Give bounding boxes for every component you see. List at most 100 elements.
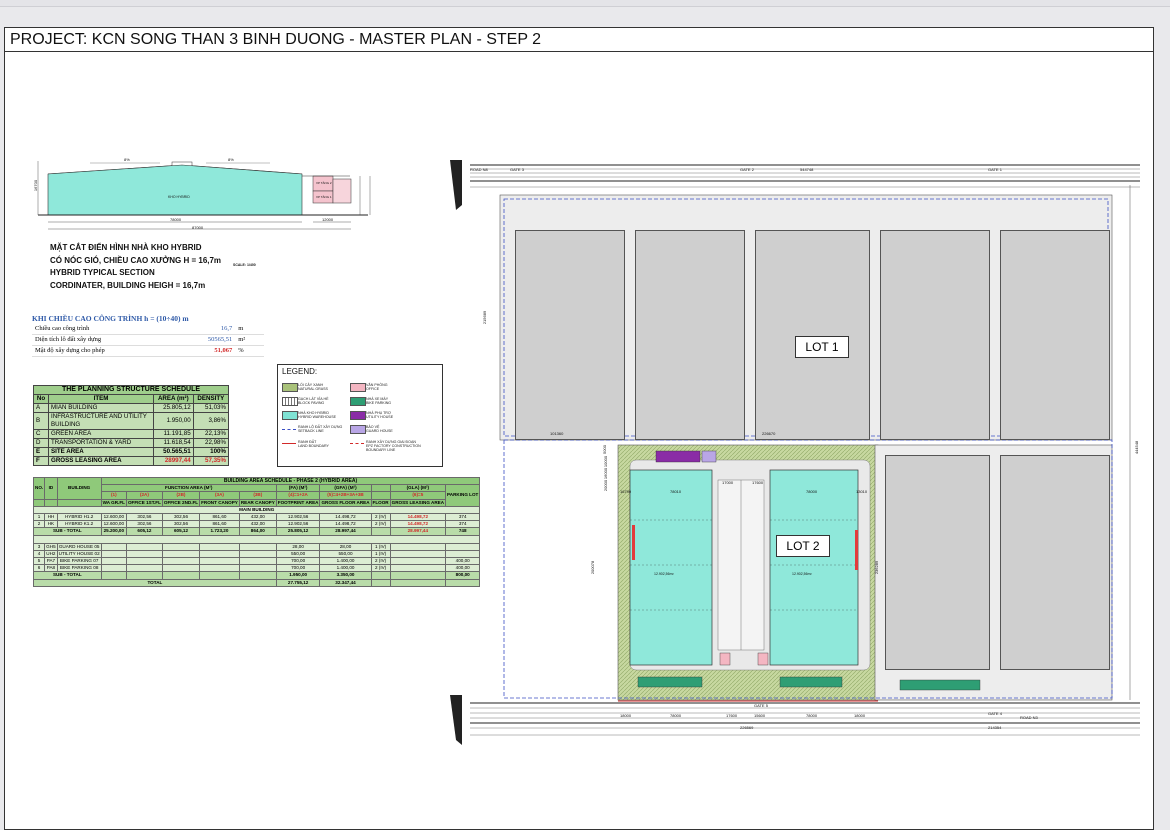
lot2-top-dim: 16790 [620, 489, 632, 494]
bottom-dim: 15600 [754, 713, 766, 718]
legend: LEGEND: LỐI CÂY XANH NATURAL GRASS VĂN PH… [277, 364, 443, 467]
warehouse-lot3-1 [885, 455, 990, 670]
dim-lot1-bottom-left: 101360 [550, 431, 564, 436]
building-schedule-table: NO. ID BUILDING BUILDING AREA SCHEDULE -… [32, 476, 481, 587]
dim-lot1-bottom-right: 226670 [762, 431, 776, 436]
warehouse-lot1-1 [515, 230, 625, 440]
height-table-grid: Chiều cao công trình 16,7 m Diện tích lô… [32, 324, 264, 357]
hybrid-building-left [629, 469, 713, 666]
lot2-top-dim: 78000 [806, 489, 818, 494]
section-scale: SCALE: 1/400 [233, 263, 256, 267]
col-header: BUILDING [56, 477, 102, 500]
table-row: F GROSS LEASING AREA 28997,44 57,35% [33, 456, 230, 466]
warehouse-lot1-4 [880, 230, 990, 440]
height-table: KHI CHIỀU CAO CÔNG TRÌNH h = (10÷40) m C… [32, 314, 264, 357]
gate-label: GATE 3 [510, 167, 524, 172]
road-bottom-label: ROAD N3 [1020, 715, 1038, 720]
warehouse-lot1-3 [755, 230, 870, 440]
planning-schedule-title: THE PLANNING STRUCTURE SCHEDULE [33, 385, 229, 395]
table-row: TOTAL 27.755,12 32.347,44 [33, 578, 481, 587]
height-table-title: KHI CHIỀU CAO CÔNG TRÌNH h = (10÷40) m [32, 314, 189, 323]
dim-lot1-left: 215689 [482, 310, 488, 325]
table-row: 3 GH5 GUARD HOUSE 05 28,00 28,00 1 (IV) [32, 542, 481, 551]
utility-house [655, 450, 701, 463]
page-title: PROJECT: KCN SONG THAN 3 BINH DUONG - MA… [4, 27, 1154, 52]
hybrid-section-drawing: 8% 8% KHO HYBRID VP TẦNG 2 VP TẦNG 1 780… [30, 155, 385, 235]
col-header: DENSITY [192, 394, 230, 404]
table-row: SUB - TOTAL 1.950,00 3.350,00 800,00 [33, 571, 481, 580]
hybrid-area-left: 12.902,56m² [654, 572, 674, 576]
gate-label: GATE 1 [988, 167, 1002, 172]
legend-line-setback [282, 429, 296, 430]
dim-bottom-left: 226569 [740, 725, 754, 730]
col-header: No [33, 394, 49, 404]
legend-swatch-hybrid [282, 411, 298, 420]
road-top-label: ROAD N8 [470, 167, 488, 172]
planning-schedule: THE PLANNING STRUCTURE SCHEDULE No ITEM … [33, 385, 230, 466]
gate-label: GATE 5 [754, 703, 768, 708]
building-schedule-title: BUILDING AREA SCHEDULE - PHASE 2 (HYBRID… [100, 476, 481, 486]
legend-line-construction [350, 443, 364, 444]
dim-bottom-right: 214354 [988, 725, 1002, 730]
lot2-top-dim: 17000 [722, 480, 734, 485]
lot2-label: LOT 2 [776, 535, 830, 557]
lot2-side-dim: 10000 [603, 455, 609, 468]
site-plan: LOT 1 LOT 2 ROAD N8 ROAD N3 GATE 3 GATE … [440, 155, 1150, 755]
warehouse-lot1-2 [635, 230, 745, 440]
table-row: E SITE AREA 50.565,51 100% [33, 447, 230, 457]
browser-top-strip [0, 0, 1170, 7]
lot2-top-dim: 17600 [752, 480, 764, 485]
table-row: A MIAN BUILDING 25.805,12 51,03% [33, 403, 230, 413]
lot1-label: LOT 1 [795, 336, 849, 358]
legend-swatch-guard [350, 425, 366, 434]
table-row: 4 UH2 UTILITY HOUSE 02 550,00 550,00 1 (IV) [32, 549, 481, 559]
col-header: ITEM [48, 394, 154, 404]
lot2-side-dim: 5000 [601, 445, 607, 454]
hybrid-building-right [769, 469, 859, 666]
section-room-office-2: VP TẦNG 2 [316, 181, 332, 185]
dim-lot2-right: 236289 [874, 560, 880, 575]
section-slope-right: 8% [228, 157, 234, 162]
table-row: C GREEN AREA 11.191,85 22,13% [33, 429, 230, 439]
road-bottom [450, 695, 1140, 745]
legend-swatch-office [350, 383, 366, 392]
section-dim-main: 78000 [170, 217, 182, 222]
bottom-dim: 17600 [726, 713, 738, 718]
section-dim-side: 12000 [322, 217, 334, 222]
legend-swatch-utility [350, 411, 366, 420]
bottom-dim: 78000 [670, 713, 682, 718]
legend-swatch-bike [350, 397, 366, 406]
table-row: Chiều cao công trình 16,7 m [32, 324, 264, 335]
section-dim-total: 87000 [192, 225, 204, 230]
lot2-side-dim: 20000 [603, 479, 609, 492]
section-caption-vi-1: MẶT CẮT ĐIỂN HÌNH NHÀ KHO HYBRID [50, 243, 202, 252]
section-caption-vi-2: CÓ NÓC GIÓ, CHIỀU CAO XƯỞNG H = 16,7m [50, 256, 222, 265]
table-row: 1 HH HYBRID H1.2 12.600,00 302,56 302,56 861,6… [32, 513, 481, 522]
gate-label: GATE 2 [740, 167, 754, 172]
section-caption-en-1: HYBRID TYPICAL SECTION [50, 268, 155, 277]
warehouse-lot1-5 [1000, 230, 1110, 440]
gate-label: GATE 4 [988, 711, 1002, 716]
table-row: B INFRASTRUCTURE AND UTILITY BUILDING 1.95… [33, 412, 230, 430]
section-room-office-1: VP TẦNG 1 [316, 195, 332, 199]
section-slope-left: 8% [124, 157, 130, 162]
lot2-side-dim: 16000 [603, 467, 609, 480]
building-schedule: NO. ID BUILDING BUILDING AREA SCHEDULE -… [32, 476, 481, 587]
bottom-dim: 18000 [620, 713, 632, 718]
dim-lot2-left: 200078 [590, 560, 596, 575]
section-caption-en-2: CORDINATER, BUILDING HEIGH = 16,7m [50, 281, 206, 290]
col-header: NO. [32, 477, 46, 500]
section-dim-height: 16700 [33, 179, 39, 192]
table-row: D TRANSPORTATION & YARD 11.618,54 22,98% [33, 438, 230, 448]
legend-title: LEGEND: [282, 367, 318, 376]
legend-swatch-grass [282, 383, 298, 392]
legend-line-land [282, 443, 296, 444]
table-row: 5 PA7 BIKE PARKING 07 700,00 1.400,00 2 (IV) 4… [32, 557, 481, 566]
bottom-dim: 18000 [854, 713, 866, 718]
hybrid-area-right: 12.902,56m² [792, 572, 812, 576]
dim-top-total: 544748 [800, 167, 814, 172]
bottom-dim: 78000 [806, 713, 818, 718]
col-header: ID [44, 477, 58, 500]
dim-right: 444548 [1134, 440, 1140, 455]
warehouse-lot3-2 [1000, 455, 1110, 670]
